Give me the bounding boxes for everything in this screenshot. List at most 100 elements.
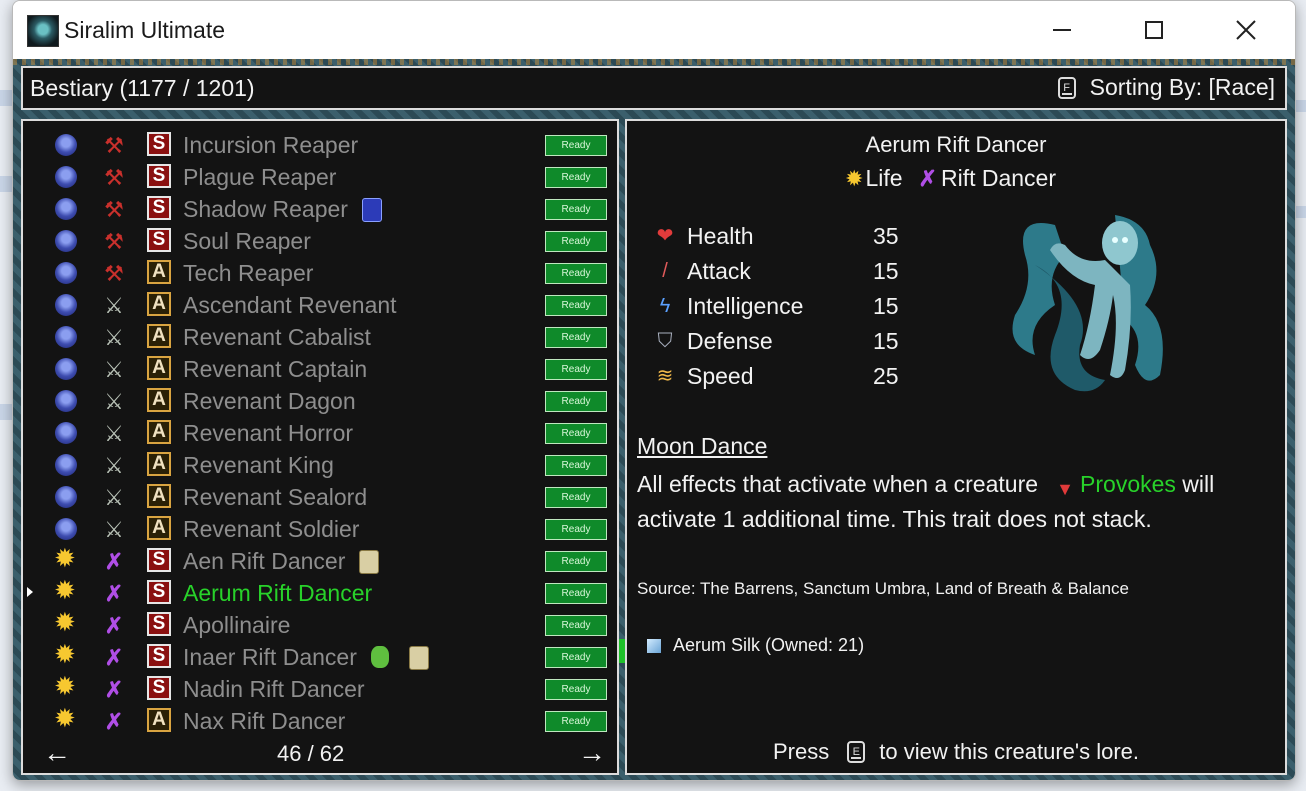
lich-race-icon: [55, 422, 77, 444]
goblin-icon: [371, 646, 389, 668]
rarity-badge: A: [147, 420, 171, 444]
trait-description: All effects that activate when a creatur…: [637, 467, 1277, 537]
creature-row[interactable]: ✗ S Aen Rift Dancer Ready: [23, 545, 617, 577]
trident-icon: ⚔: [104, 421, 124, 446]
stat-value: 35: [873, 223, 899, 249]
selection-cursor-icon: [27, 587, 33, 597]
stat-label: Speed: [687, 363, 754, 389]
reaper-scythe-icon: ⚒: [104, 133, 124, 158]
rift-dancer-icon: ✗: [104, 581, 124, 606]
creature-detail: Aerum Rift Dancer ✹ Life ✗ Rift Dancer ❤…: [625, 119, 1287, 775]
ready-status: Ready: [545, 551, 607, 572]
rarity-badge: S: [147, 228, 171, 252]
ready-status: Ready: [545, 295, 607, 316]
minimize-icon: [1053, 29, 1071, 31]
creature-row-name: Soul Reaper: [183, 228, 311, 254]
creature-row[interactable]: ⚒ S Soul Reaper Ready: [23, 225, 617, 257]
ready-status: Ready: [545, 167, 607, 188]
creature-row[interactable]: ✗ A Nax Rift Dancer Ready: [23, 705, 617, 737]
creature-tags: ✹ Life ✗ Rift Dancer: [845, 165, 1072, 192]
creature-portrait: [1012, 215, 1163, 392]
blue-card-icon: [362, 198, 382, 222]
creature-row[interactable]: ⚒ S Shadow Reaper Ready: [23, 193, 617, 225]
life-sun-icon: ✹: [845, 165, 864, 191]
ready-status: Ready: [545, 391, 607, 412]
keyboard-key-icon[interactable]: E: [847, 741, 866, 763]
rarity-badge: S: [147, 676, 171, 700]
app-window: Siralim Ultimate Bestiary (1177 / 1201) …: [12, 0, 1296, 781]
rarity-badge: A: [147, 356, 171, 380]
rarity-badge: A: [147, 484, 171, 508]
rarity-badge: A: [147, 516, 171, 540]
lightning-icon: ϟ: [659, 295, 671, 317]
sort-label: Sorting By: [Race]: [1089, 74, 1275, 100]
sword-icon: /: [662, 260, 668, 282]
lich-race-icon: [55, 166, 77, 188]
heart-icon: ❤: [656, 225, 674, 247]
creature-row[interactable]: ⚒ A Tech Reaper Ready: [23, 257, 617, 289]
creature-row-name: Revenant Dagon: [183, 388, 356, 414]
keyboard-key-icon: F: [1057, 76, 1076, 99]
creature-row[interactable]: ✗ S Inaer Rift Dancer Ready: [23, 641, 617, 673]
card-icon: [409, 646, 429, 670]
next-page-arrow[interactable]: →: [578, 737, 606, 769]
shield-icon: ⛉: [657, 330, 673, 352]
creature-row-name: Incursion Reaper: [183, 132, 359, 158]
creature-row[interactable]: ✗ S Nadin Rift Dancer Ready: [23, 673, 617, 705]
rarity-badge: A: [147, 260, 171, 284]
stat-label: Health: [687, 223, 754, 249]
rarity-badge: S: [147, 132, 171, 156]
close-button[interactable]: [1223, 11, 1269, 49]
creature-row-name: Tech Reaper: [183, 260, 314, 286]
creature-row[interactable]: ⚔ A Revenant Dagon Ready: [23, 385, 617, 417]
maximize-icon: [1145, 21, 1163, 39]
creature-row[interactable]: ⚔ A Revenant Soldier Ready: [23, 513, 617, 545]
sort-control[interactable]: F Sorting By: [Race]: [1057, 74, 1275, 101]
reaper-scythe-icon: ⚒: [104, 197, 124, 222]
creature-row[interactable]: ⚔ A Revenant Sealord Ready: [23, 481, 617, 513]
ready-status: Ready: [545, 199, 607, 220]
creature-row-name: Revenant Soldier: [183, 516, 360, 542]
title-bar: Siralim Ultimate: [13, 1, 1295, 59]
stat-row: ⛉ Defense 15: [653, 326, 903, 358]
lore-rest: to view this creature's lore.: [879, 739, 1139, 764]
lich-race-icon: [55, 230, 77, 252]
element-tag: ✹ Life: [845, 165, 903, 192]
creature-row[interactable]: ⚒ S Plague Reaper Ready: [23, 161, 617, 193]
rift-dancer-icon: ✗: [104, 677, 124, 702]
lich-race-icon: [55, 134, 77, 156]
creature-row[interactable]: ⚔ A Revenant Cabalist Ready: [23, 321, 617, 353]
creature-row-name: Ascendant Revenant: [183, 292, 397, 318]
creature-row[interactable]: ✗ S Apollinaire Ready: [23, 609, 617, 641]
creature-row[interactable]: ✗ S Aerum Rift Dancer Ready: [23, 577, 617, 609]
creature-row[interactable]: ⚒ S Incursion Reaper Ready: [23, 129, 617, 161]
rarity-badge: S: [147, 612, 171, 636]
silk-material-icon: [647, 638, 661, 653]
reaper-scythe-icon: ⚒: [104, 165, 124, 190]
stat-value: 15: [873, 258, 899, 284]
rarity-badge: A: [147, 708, 171, 732]
ready-status: Ready: [545, 263, 607, 284]
creature-row[interactable]: ⚔ A Revenant Captain Ready: [23, 353, 617, 385]
trident-icon: ⚔: [104, 453, 124, 478]
stat-value: 25: [873, 363, 899, 389]
stat-value: 15: [873, 293, 899, 319]
creature-row-name: Plague Reaper: [183, 164, 337, 190]
lich-race-icon: [55, 486, 77, 508]
lich-race-icon: [55, 454, 77, 476]
minimize-button[interactable]: [1039, 11, 1085, 49]
creature-row[interactable]: ⚔ A Revenant Horror Ready: [23, 417, 617, 449]
ready-status: Ready: [545, 647, 607, 668]
class-label: Rift Dancer: [940, 165, 1057, 191]
wing-icon: ≋: [656, 365, 674, 387]
creature-row[interactable]: ⚔ A Revenant King Ready: [23, 449, 617, 481]
creature-row-name: Aerum Rift Dancer: [183, 580, 373, 606]
ready-status: Ready: [545, 359, 607, 380]
creature-row[interactable]: ⚔ A Ascendant Revenant Ready: [23, 289, 617, 321]
rarity-badge: S: [147, 580, 171, 604]
ready-status: Ready: [545, 519, 607, 540]
maximize-button[interactable]: [1131, 11, 1177, 49]
reaper-scythe-icon: ⚒: [104, 261, 124, 286]
prev-page-arrow[interactable]: ←: [43, 737, 71, 769]
stat-row: ≋ Speed 25: [653, 361, 903, 393]
